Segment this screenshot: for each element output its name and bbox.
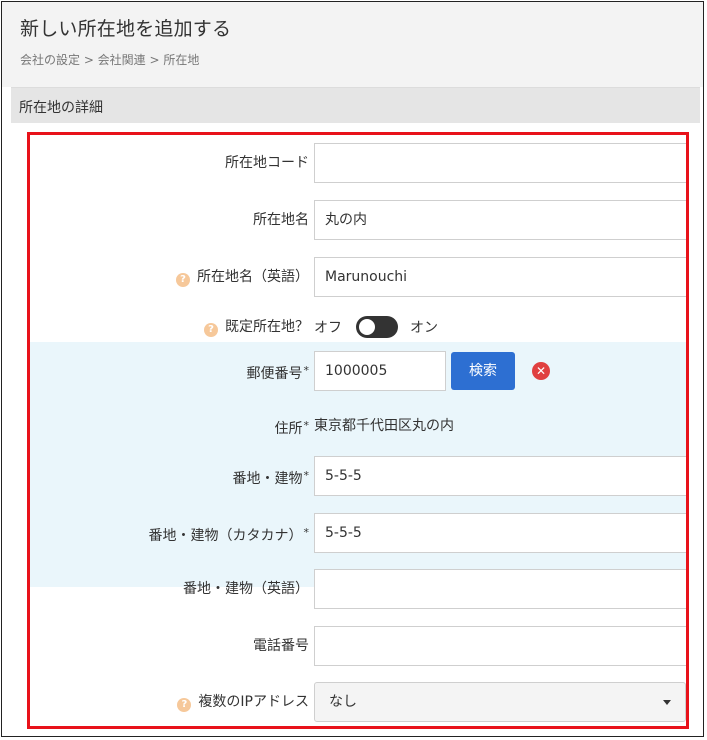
breadcrumb[interactable]: 会社の設定 > 会社関連 > 所在地: [20, 51, 199, 68]
required-mark: *: [303, 364, 310, 377]
required-mark: *: [303, 469, 310, 482]
toggle-knob: [359, 319, 375, 335]
row-street-building-kana: 番地・建物（カタカナ）* 5-5-5: [30, 513, 686, 553]
phone-label: 電話番号: [253, 638, 309, 654]
row-multiple-ip: ? 複数のIPアドレス なし: [30, 682, 686, 722]
address-label: 住所*: [274, 419, 310, 437]
phone-input[interactable]: [314, 626, 686, 666]
street-building-kana-label: 番地・建物（カタカナ）*: [148, 526, 310, 544]
postal-code-label: 郵便番号*: [246, 364, 310, 382]
address-value: 東京都千代田区丸の内: [314, 418, 454, 434]
row-location-name: 所在地名 丸の内: [30, 200, 686, 240]
toggle-on-label: オン: [410, 320, 438, 336]
multiple-ip-select[interactable]: なし: [314, 682, 686, 722]
postal-code-input[interactable]: 1000005: [314, 351, 446, 391]
default-location-toggle-group: オフ オン: [314, 307, 438, 347]
section-title: 所在地の詳細: [19, 100, 103, 116]
row-street-building-en: 番地・建物（英語）: [30, 569, 686, 609]
clear-icon[interactable]: ✕: [532, 362, 550, 380]
street-building-input[interactable]: 5-5-5: [314, 456, 686, 496]
location-name-label: 所在地名: [253, 212, 309, 228]
street-building-kana-input[interactable]: 5-5-5: [314, 513, 686, 553]
required-mark: *: [303, 419, 310, 432]
row-postal-code: 郵便番号* 1000005 検索 ✕: [30, 351, 686, 391]
section-header: 所在地の詳細: [11, 87, 700, 123]
multiple-ip-selected-value: なし: [329, 694, 357, 710]
page-frame: 新しい所在地を追加する 会社の設定 > 会社関連 > 所在地 所在地の詳細 所在…: [1, 1, 704, 737]
postal-search-button[interactable]: 検索: [451, 352, 515, 390]
location-name-en-input[interactable]: Marunouchi: [314, 257, 686, 297]
help-icon[interactable]: ?: [177, 698, 192, 712]
chevron-down-icon: [663, 700, 671, 705]
location-name-en-label: ? 所在地名（英語）: [176, 257, 309, 297]
street-building-en-label: 番地・建物（英語）: [183, 581, 309, 597]
street-building-label: 番地・建物*: [232, 469, 310, 487]
multiple-ip-label: ? 複数のIPアドレス: [177, 682, 309, 722]
location-code-label: 所在地コード: [225, 155, 309, 171]
row-location-name-en: ? 所在地名（英語） Marunouchi: [30, 257, 686, 297]
page-header: 新しい所在地を追加する 会社の設定 > 会社関連 > 所在地: [2, 2, 703, 87]
row-address: 住所* 東京都千代田区丸の内: [30, 406, 686, 446]
row-phone: 電話番号: [30, 626, 686, 666]
location-detail-form: 所在地コード 所在地名 丸の内 ? 所在地名（英語） Marunouchi ? 既定…: [27, 132, 689, 729]
help-icon[interactable]: ?: [176, 273, 190, 287]
row-location-code: 所在地コード: [30, 143, 686, 183]
required-mark: *: [303, 526, 310, 539]
street-building-en-input[interactable]: [314, 569, 686, 609]
default-location-toggle[interactable]: [356, 316, 398, 338]
help-icon[interactable]: ?: [204, 323, 218, 337]
location-name-input[interactable]: 丸の内: [314, 200, 686, 240]
default-location-label: ? 既定所在地？: [204, 307, 309, 347]
row-default-location: ? 既定所在地？ オフ オン: [30, 307, 686, 347]
location-code-input[interactable]: [314, 143, 686, 183]
row-street-building: 番地・建物* 5-5-5: [30, 456, 686, 496]
page-title: 新しい所在地を追加する: [20, 18, 232, 40]
toggle-off-label: オフ: [314, 320, 342, 336]
